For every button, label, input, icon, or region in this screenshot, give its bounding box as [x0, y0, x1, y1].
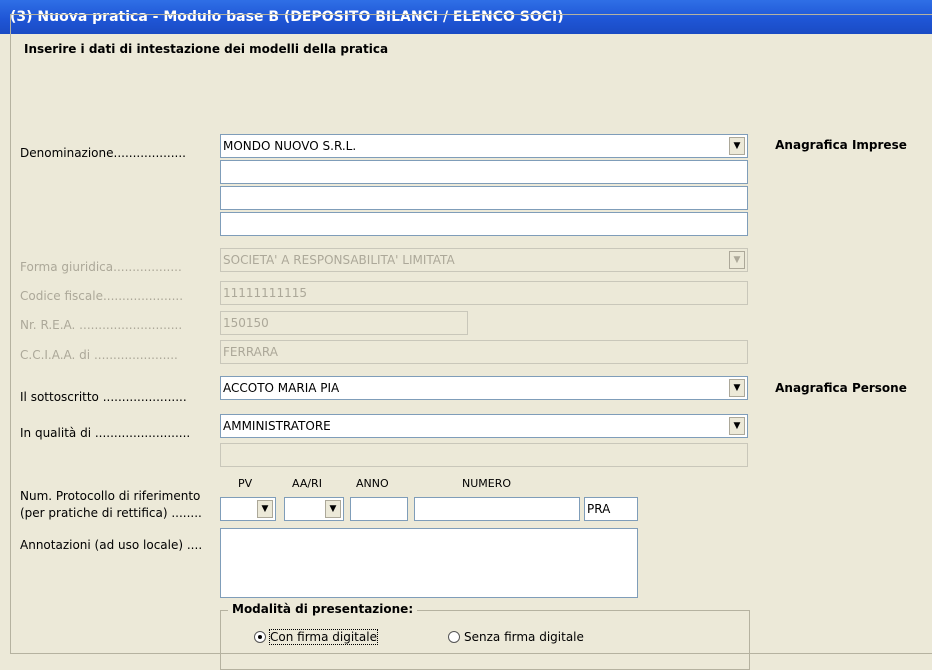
protocollo-col-anno: ANNO	[356, 477, 389, 490]
annotazioni-textarea[interactable]	[220, 528, 638, 598]
protocollo-suffix-field[interactable]: PRA	[584, 497, 638, 521]
denominazione-line-4[interactable]	[220, 212, 748, 236]
annotazioni-label: Annotazioni (ad uso locale) ....	[20, 538, 203, 552]
denominazione-label: Denominazione...................	[20, 146, 186, 160]
anagrafica-persone-label: Anagrafica Persone	[775, 381, 907, 395]
radio-con-firma-label: Con firma digitale	[269, 629, 378, 645]
denominazione-select[interactable]: MONDO NUOVO S.R.L. ▼	[220, 134, 748, 158]
sottoscritto-label: Il sottoscritto ......................	[20, 390, 187, 404]
forma-giuridica-value: SOCIETA' A RESPONSABILITA' LIMITATA	[223, 253, 455, 267]
radio-senza-firma-label: Senza firma digitale	[464, 630, 584, 644]
protocollo-col-numero: NUMERO	[462, 477, 512, 490]
radio-unselected-icon[interactable]	[448, 631, 460, 643]
chevron-down-icon[interactable]: ▼	[729, 137, 745, 155]
modalita-title: Modalità di presentazione:	[228, 602, 418, 616]
codice-fiscale-label: Codice fiscale.....................	[20, 289, 184, 303]
qualita-value: AMMINISTRATORE	[223, 419, 331, 433]
radio-con-firma[interactable]: Con firma digitale	[254, 629, 378, 645]
denominazione-line-3[interactable]	[220, 186, 748, 210]
qualita-label: In qualità di .........................	[20, 426, 191, 440]
protocollo-col-pv: PV	[238, 477, 253, 490]
anagrafica-persone-button[interactable]: Anagrafica Persone	[755, 375, 927, 401]
chevron-down-icon[interactable]: ▼	[729, 417, 745, 435]
protocollo-label-1: Num. Protocollo di riferimento	[20, 489, 201, 503]
chevron-down-icon[interactable]: ▼	[729, 379, 745, 397]
forma-giuridica-label: Forma giuridica..................	[20, 260, 182, 274]
nr-rea-label: Nr. R.E.A. ...........................	[20, 318, 183, 332]
anagrafica-imprese-label: Anagrafica Imprese	[775, 138, 907, 152]
protocollo-anno-field[interactable]	[350, 497, 408, 521]
chevron-down-icon: ▼	[729, 251, 745, 269]
cciaa-label: C.C.I.A.A. di ......................	[20, 348, 178, 362]
denominazione-line-2[interactable]	[220, 160, 748, 184]
sottoscritto-select[interactable]: ACCOTO MARIA PIA ▼	[220, 376, 748, 400]
radio-senza-firma[interactable]: Senza firma digitale	[448, 630, 584, 644]
chevron-down-icon[interactable]: ▼	[325, 500, 341, 518]
protocollo-pv-select[interactable]: ▼	[220, 497, 276, 521]
anagrafica-imprese-button[interactable]: Anagrafica Imprese	[755, 132, 927, 158]
cciaa-field: FERRARA	[220, 340, 748, 364]
denominazione-value: MONDO NUOVO S.R.L.	[223, 139, 357, 153]
group-title: Inserire i dati di intestazione dei mode…	[20, 42, 393, 56]
nr-rea-field: 150150	[220, 311, 468, 335]
protocollo-aari-select[interactable]: ▼	[284, 497, 344, 521]
qualita-extra-field	[220, 443, 748, 467]
protocollo-col-aari: AA/RI	[292, 477, 322, 490]
qualita-select[interactable]: AMMINISTRATORE ▼	[220, 414, 748, 438]
protocollo-numero-field[interactable]	[414, 497, 580, 521]
radio-selected-icon[interactable]	[254, 631, 266, 643]
sottoscritto-value: ACCOTO MARIA PIA	[223, 381, 340, 395]
protocollo-label-2: (per pratiche di rettifica) ........	[20, 506, 202, 520]
codice-fiscale-field: 11111111115	[220, 281, 748, 305]
chevron-down-icon[interactable]: ▼	[257, 500, 273, 518]
forma-giuridica-select: SOCIETA' A RESPONSABILITA' LIMITATA ▼	[220, 248, 748, 272]
